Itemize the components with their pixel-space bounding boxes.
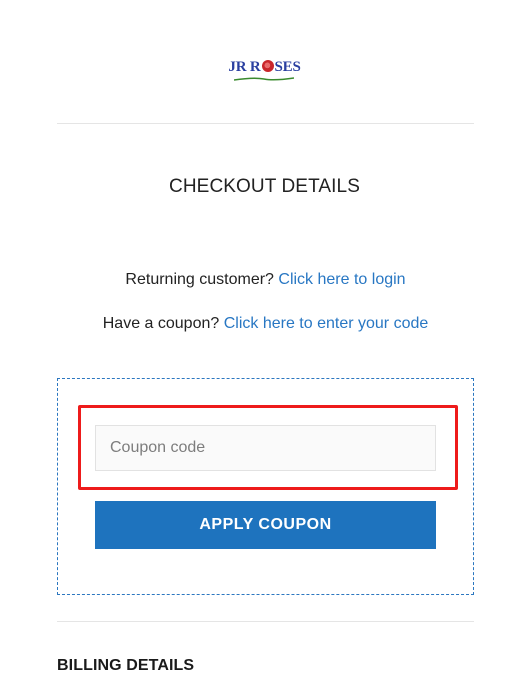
apply-coupon-button[interactable]: APPLY COUPON: [95, 501, 436, 549]
coupon-notice-text: Have a coupon?: [102, 315, 220, 332]
section-divider: [57, 621, 474, 622]
logo-text-end: SES: [274, 59, 301, 75]
billing-details-heading: BILLING DETAILS: [57, 657, 195, 674]
logo-text-start: JR R: [228, 59, 261, 75]
login-notice-text: Returning customer?: [125, 271, 274, 288]
page-title: CHECKOUT DETAILS: [169, 176, 360, 197]
logo-leaves-graphic: [234, 77, 295, 81]
rose-icon: [261, 60, 274, 72]
site-logo[interactable]: JR R SES: [0, 58, 529, 81]
header-divider: [57, 123, 474, 124]
show-coupon-link[interactable]: Click here to enter your code: [224, 315, 429, 332]
login-notice: Returning customer? Click here to login: [57, 265, 474, 294]
coupon-notice: Have a coupon? Click here to enter your …: [57, 309, 474, 338]
logo-wordmark: JR R SES: [228, 59, 301, 81]
coupon-code-input[interactable]: [95, 425, 436, 471]
login-link[interactable]: Click here to login: [278, 271, 405, 288]
